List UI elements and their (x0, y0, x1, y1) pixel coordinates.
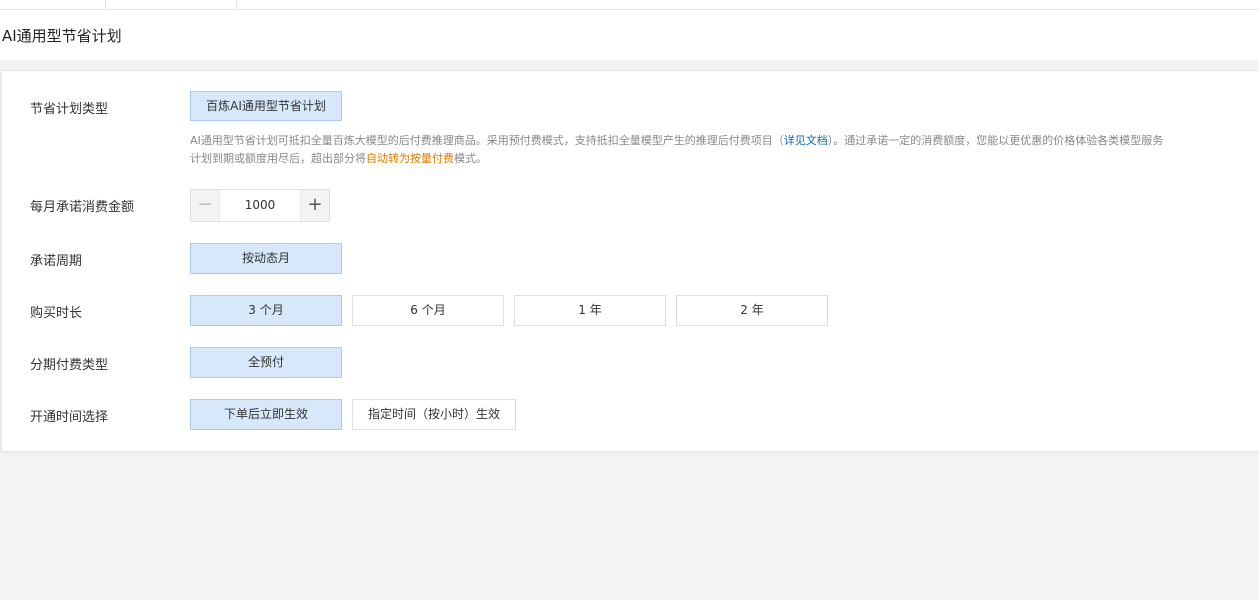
title-bar: AI通用型节省计划 (0, 10, 1259, 60)
description-text: 模式。 (454, 152, 487, 165)
plan-type-label: 节省计划类型 (30, 102, 109, 117)
duration-option-1-year[interactable]: 1 年 (514, 295, 666, 326)
top-tab[interactable] (105, 0, 237, 9)
period-label: 承诺周期 (30, 254, 83, 269)
payment-type-option[interactable]: 全预付 (190, 347, 342, 378)
page-title: AI通用型节省计划 (2, 27, 122, 45)
duration-label: 购买时长 (30, 306, 83, 321)
auto-convert-highlight: 自动转为按量付费 (366, 152, 454, 165)
decrement-button[interactable]: − (191, 190, 220, 221)
description-line-1: AI通用型节省计划可抵扣全量百炼大模型的后付费推理商品。采用预付费模式，支持抵扣… (190, 132, 1259, 150)
duration-option-6-months[interactable]: 6 个月 (352, 295, 504, 326)
increment-button[interactable]: + (300, 190, 329, 221)
monthly-amount-input[interactable]: 1000 (220, 190, 300, 221)
description-text: ）。通过承诺一定的消费额度，您能以更优惠的价格体验各类模型服务 (827, 134, 1164, 147)
monthly-amount-stepper: − 1000 + (190, 189, 330, 222)
plan-type-description: AI通用型节省计划可抵扣全量百炼大模型的后付费推理商品。采用预付费模式，支持抵扣… (190, 132, 1259, 168)
payment-type-label: 分期付费类型 (30, 358, 109, 373)
activation-option-scheduled[interactable]: 指定时间（按小时）生效 (352, 399, 516, 430)
activation-option-immediate[interactable]: 下单后立即生效 (190, 399, 342, 430)
monthly-amount-label: 每月承诺消费金额 (30, 200, 135, 215)
period-option[interactable]: 按动态月 (190, 243, 342, 274)
description-text: 计划到期或额度用尽后，超出部分将 (190, 152, 366, 165)
top-tab[interactable] (0, 0, 106, 9)
docs-link[interactable]: 详见文档 (784, 134, 828, 147)
description-line-2: 计划到期或额度用尽后，超出部分将自动转为按量付费模式。 (190, 150, 1259, 168)
description-text: AI通用型节省计划可抵扣全量百炼大模型的后付费推理商品。采用预付费模式，支持抵扣… (190, 134, 784, 147)
duration-option-2-years[interactable]: 2 年 (676, 295, 828, 326)
plan-type-option[interactable]: 百炼AI通用型节省计划 (190, 91, 342, 121)
activation-label: 开通时间选择 (30, 410, 109, 425)
duration-option-3-months[interactable]: 3 个月 (190, 295, 342, 326)
top-tab-bar (0, 0, 1259, 10)
